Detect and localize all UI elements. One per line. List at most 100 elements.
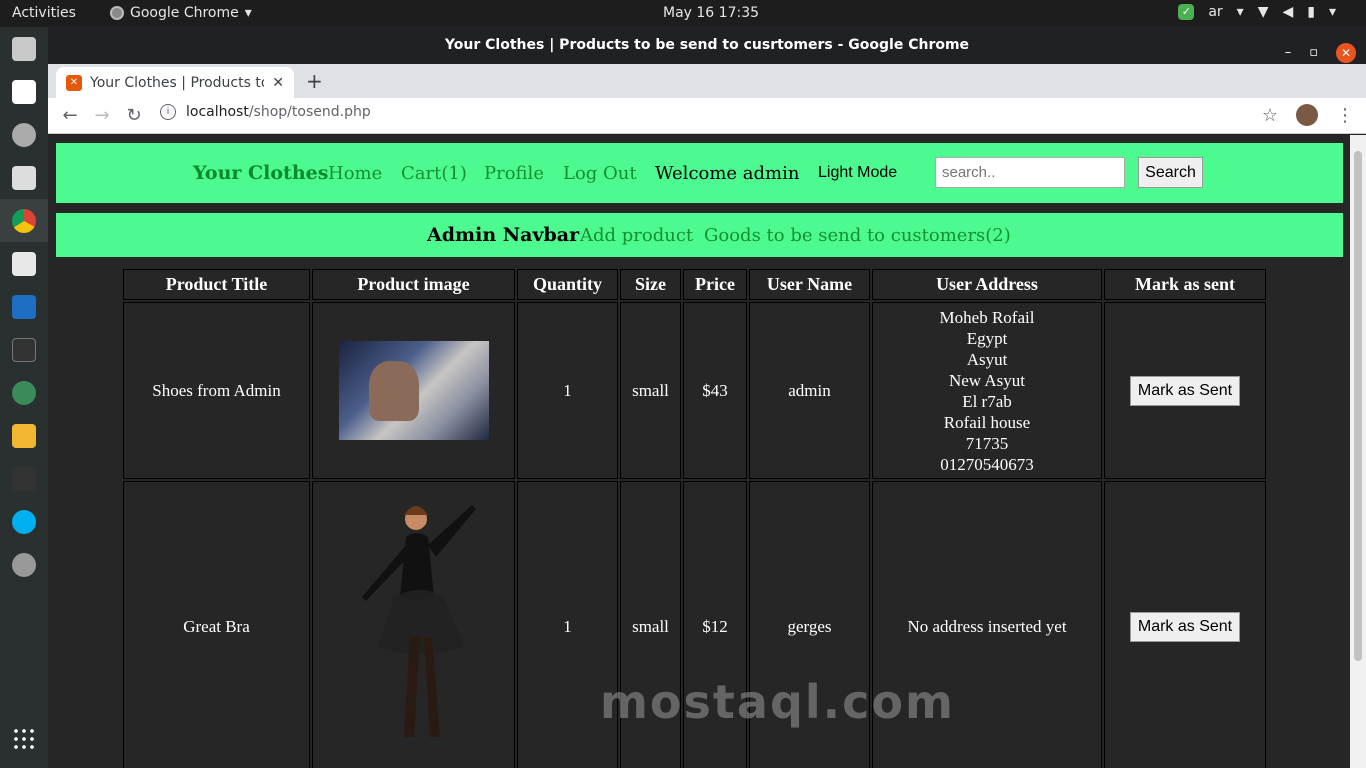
url-host: localhost xyxy=(186,104,249,120)
dock-calculator[interactable] xyxy=(0,414,48,457)
menu-kebab-icon[interactable]: ⋮ xyxy=(1336,105,1354,126)
browser-tab[interactable]: ✕ Your Clothes | Products to be send to … xyxy=(56,67,294,98)
product-title: Great Bra xyxy=(123,481,310,768)
show-applications[interactable] xyxy=(0,717,48,760)
address-bar[interactable]: i localhost/shop/tosend.php xyxy=(160,104,371,120)
dock-reader[interactable] xyxy=(0,156,48,199)
close-icon[interactable]: ✕ xyxy=(1336,42,1356,63)
product-image xyxy=(338,341,489,440)
writer-icon xyxy=(12,294,36,319)
dock-monitor[interactable] xyxy=(0,457,48,500)
goods-to-send-link[interactable]: Goods to be send to customers(2) xyxy=(704,225,1011,246)
info-icon[interactable]: i xyxy=(160,104,176,120)
disc-icon xyxy=(12,552,36,577)
page-content: Your Clothes Home Cart(1) Profile Log Ou… xyxy=(48,135,1350,768)
admin-navbar: Admin Navbar Add product Goods to be sen… xyxy=(56,213,1343,257)
size: small xyxy=(620,302,681,479)
clock[interactable]: May 16 17:35 xyxy=(663,5,759,21)
address-line: El r7ab xyxy=(962,391,1012,411)
forward-icon[interactable]: → xyxy=(86,105,118,126)
dock-files[interactable] xyxy=(0,27,48,70)
search-button[interactable]: Search xyxy=(1138,157,1203,188)
address-line: New Asyut xyxy=(948,370,1026,390)
dock-database[interactable] xyxy=(0,113,48,156)
shield-icon[interactable]: ✓ xyxy=(1178,4,1195,20)
address-line: 01270540673 xyxy=(940,454,1034,474)
dock-writer[interactable] xyxy=(0,285,48,328)
col-price: Price xyxy=(683,269,747,300)
chevron-down-icon: ▾ xyxy=(244,5,252,21)
battery-icon[interactable]: ▮ xyxy=(1307,4,1315,20)
dock-chrome[interactable] xyxy=(0,199,48,242)
light-mode-toggle[interactable]: Light Mode xyxy=(818,164,897,182)
dock-skype[interactable] xyxy=(0,500,48,543)
skype-icon xyxy=(12,509,36,534)
new-tab-icon[interactable]: + xyxy=(306,69,323,93)
calculator-icon xyxy=(12,423,36,448)
address-line: 71735 xyxy=(965,433,1009,453)
app-menu[interactable]: Google Chrome ▾ xyxy=(110,5,252,21)
tab-close-icon[interactable]: ✕ xyxy=(272,75,284,91)
scrollbar-thumb[interactable] xyxy=(1354,151,1362,661)
user-name: admin xyxy=(749,302,870,479)
col-mark-sent: Mark as sent xyxy=(1104,269,1266,300)
reload-icon[interactable]: ↻ xyxy=(118,105,150,126)
window-titlebar[interactable]: Your Clothes | Products to be send to cu… xyxy=(48,27,1366,64)
back-icon[interactable]: ← xyxy=(54,105,86,126)
chrome-window: Your Clothes | Products to be send to cu… xyxy=(48,27,1366,768)
search-input[interactable] xyxy=(935,157,1125,188)
xampp-favicon-icon: ✕ xyxy=(66,74,82,91)
language-indicator[interactable]: ar xyxy=(1208,4,1222,20)
col-product-title: Product Title xyxy=(123,269,310,300)
main-navbar: Your Clothes Home Cart(1) Profile Log Ou… xyxy=(56,143,1343,203)
app-menu-label: Google Chrome xyxy=(130,5,239,21)
mark-as-sent-button[interactable]: Mark as Sent xyxy=(1129,375,1241,406)
user-address: Moheb Rofail Egypt Asyut New Asyut El r7… xyxy=(872,302,1102,479)
mostaql-watermark: mostaql.com xyxy=(600,675,955,729)
col-size: Size xyxy=(620,269,681,300)
col-user-address: User Address xyxy=(872,269,1102,300)
address-line: Moheb Rofail xyxy=(939,307,1035,327)
terminal-icon xyxy=(12,337,36,362)
nav-logout[interactable]: Log Out xyxy=(563,163,637,184)
grid-icon xyxy=(12,726,36,751)
window-title: Your Clothes | Products to be send to cu… xyxy=(444,37,970,53)
dock-presentation[interactable] xyxy=(0,242,48,285)
mark-as-sent-button[interactable]: Mark as Sent xyxy=(1129,612,1241,642)
activities-button[interactable]: Activities xyxy=(12,5,76,21)
col-user-name: User Name xyxy=(749,269,870,300)
database-icon xyxy=(12,122,36,147)
browser-toolbar: ← → ↻ i localhost/shop/tosend.php ☆ ⋮ xyxy=(48,98,1366,134)
wifi-icon[interactable]: ▼ xyxy=(1258,4,1269,20)
system-tray[interactable]: ✓ ar ▾ ▼ ◀ ▮ ▾ xyxy=(1178,4,1336,20)
nav-home[interactable]: Home xyxy=(328,163,382,184)
add-product-link[interactable]: Add product xyxy=(580,225,693,246)
col-product-image: Product image xyxy=(312,269,515,300)
nav-cart[interactable]: Cart(1) xyxy=(401,163,467,184)
table-header-row: Product Title Product image Quantity Siz… xyxy=(123,269,1266,300)
network-icon xyxy=(12,380,36,405)
address-line: Rofail house xyxy=(943,412,1031,432)
dock-text-editor[interactable] xyxy=(0,70,48,113)
profile-avatar[interactable] xyxy=(1296,104,1318,126)
nav-profile[interactable]: Profile xyxy=(484,163,544,184)
chevron-down-icon: ▾ xyxy=(1328,4,1336,20)
chrome-icon xyxy=(12,208,36,233)
dock-disc[interactable] xyxy=(0,543,48,586)
welcome-text: Welcome admin xyxy=(655,162,800,184)
bookmark-star-icon[interactable]: ☆ xyxy=(1262,105,1278,126)
mark-sent-cell: Mark as Sent xyxy=(1104,302,1266,479)
chrome-icon xyxy=(110,6,124,20)
presentation-icon xyxy=(12,251,36,276)
address-line: Asyut xyxy=(966,349,1008,369)
book-icon xyxy=(12,165,36,190)
dock-network[interactable] xyxy=(0,371,48,414)
url-path: /shop/tosend.php xyxy=(248,104,371,120)
page-scrollbar[interactable] xyxy=(1350,135,1366,768)
volume-icon[interactable]: ◀ xyxy=(1282,4,1293,20)
quantity: 1 xyxy=(517,302,618,479)
dock-terminal[interactable] xyxy=(0,328,48,371)
product-image xyxy=(361,505,476,737)
brand-link[interactable]: Your Clothes xyxy=(193,162,328,184)
mark-sent-cell: Mark as Sent xyxy=(1104,481,1266,768)
